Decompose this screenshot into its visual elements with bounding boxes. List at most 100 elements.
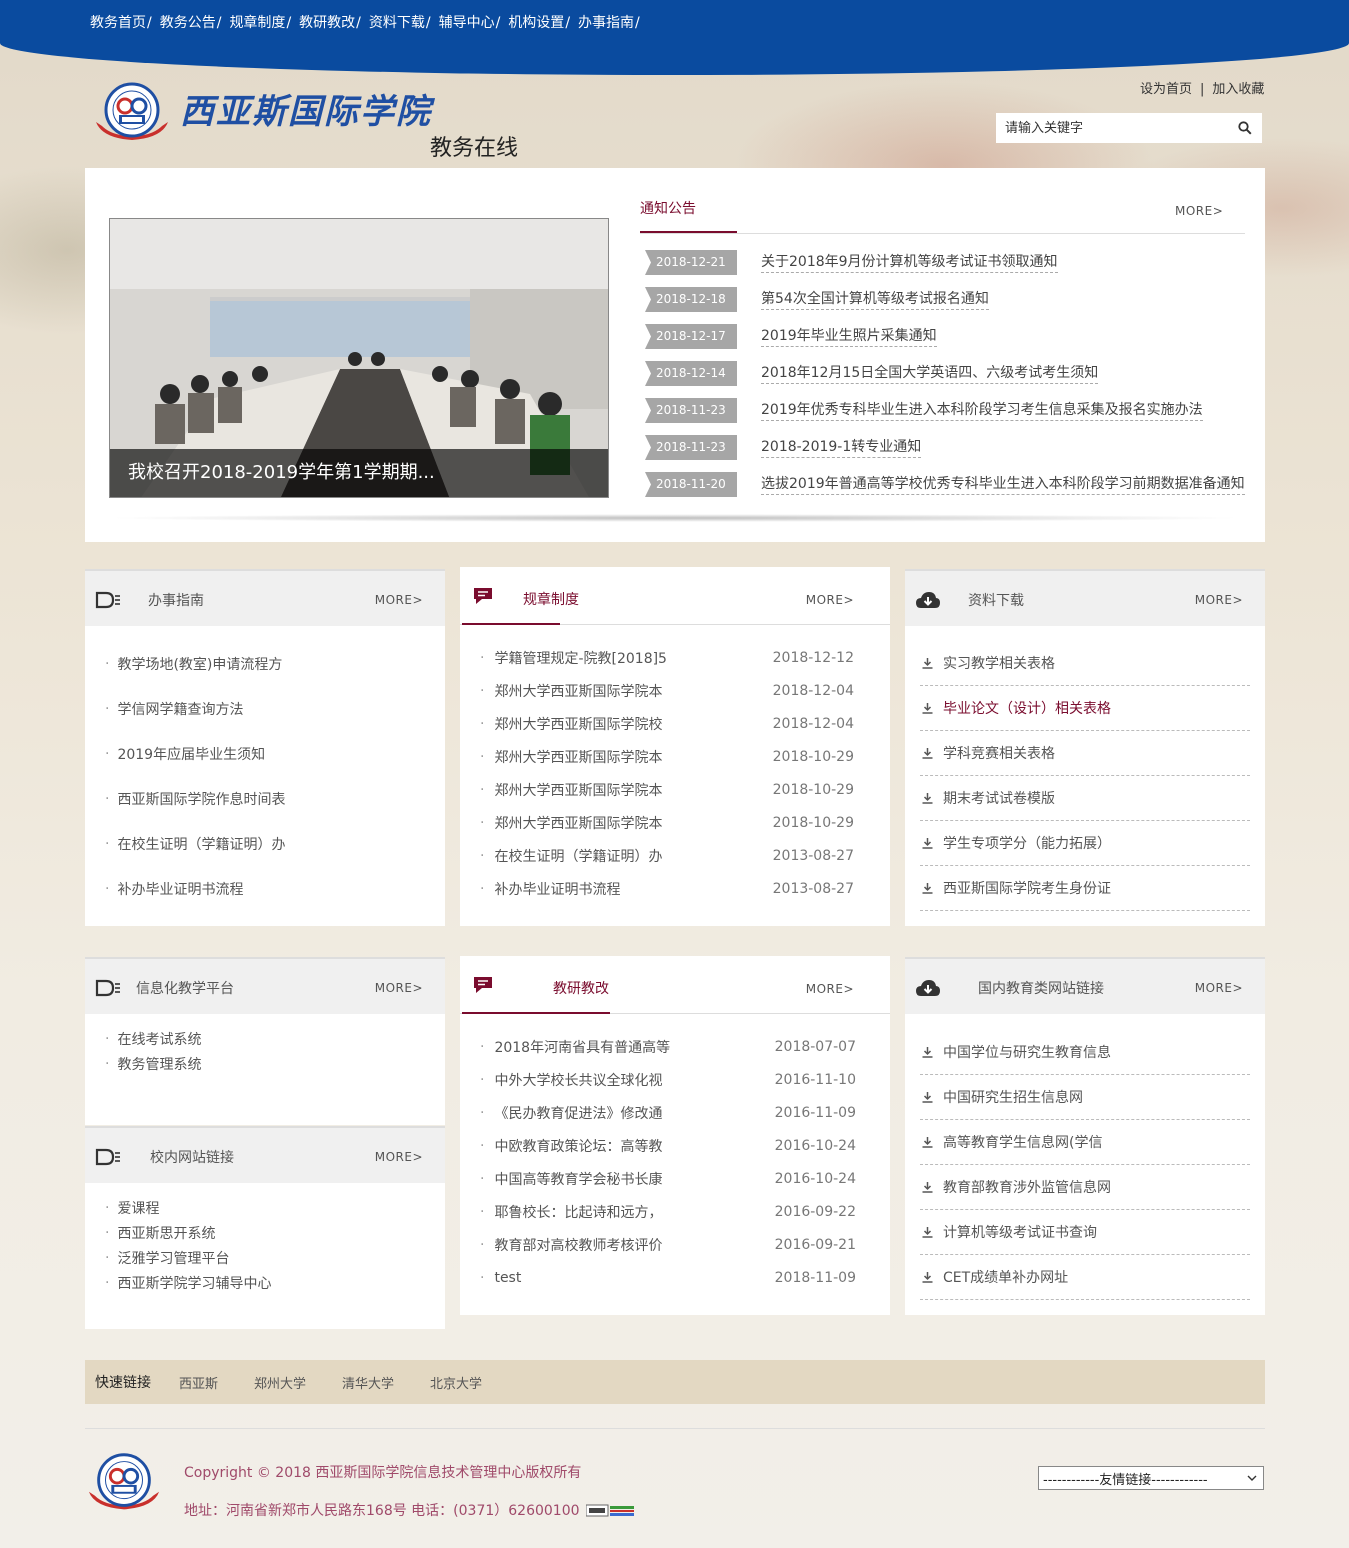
list-item[interactable]: 在校生证明（学籍证明）办 — [105, 821, 285, 866]
list-item[interactable]: 学信网学籍查询方法 — [105, 686, 285, 731]
research-more-link[interactable]: MORE> — [806, 982, 854, 996]
list-item[interactable]: 计算机等级考试证书查询 — [920, 1210, 1250, 1255]
table-row[interactable]: 郑州大学西亚斯国际学院本2018-12-04 — [480, 674, 854, 707]
list-item[interactable]: 补办毕业证明书流程 — [105, 866, 285, 911]
downloads-more-link[interactable]: MORE> — [1195, 593, 1243, 607]
quick-link[interactable]: 郑州大学 — [254, 1373, 306, 1392]
campus-more-link[interactable]: MORE> — [375, 1150, 423, 1164]
table-row[interactable]: 中外大学校长共议全球化视2016-11-10 — [480, 1063, 856, 1096]
notice-item[interactable]: 2018-12-18 第54次全国计算机等级考试报名通知 — [645, 281, 1250, 318]
site-subtitle: 教务在线 — [430, 136, 519, 161]
notice-text[interactable]: 2019年毕业生照片采集通知 — [761, 326, 937, 347]
table-row[interactable]: 郑州大学西亚斯国际学院本2018-10-29 — [480, 806, 854, 839]
platform-more-link[interactable]: MORE> — [375, 981, 423, 995]
quick-link[interactable]: 北京大学 — [430, 1373, 482, 1392]
list-item[interactable]: 学科竞赛相关表格 — [920, 731, 1250, 776]
list-item[interactable]: 实习教学相关表格 — [920, 641, 1250, 686]
table-row[interactable]: 中国高等教育学会秘书长康2016-10-24 — [480, 1162, 856, 1195]
search-button[interactable] — [1228, 113, 1262, 143]
list-item[interactable]: 西亚斯国际学院作息时间表 — [105, 776, 285, 821]
notice-more-link[interactable]: MORE> — [1175, 204, 1223, 218]
friend-links-select[interactable]: ------------友情链接------------ — [1038, 1466, 1264, 1490]
notice-text[interactable]: 2018年12月15日全国大学英语四、六级考试考生须知 — [761, 363, 1099, 384]
table-row[interactable]: 2018年河南省具有普通高等2018-07-07 — [480, 1030, 856, 1063]
panel-title[interactable]: 办事指南 — [148, 590, 204, 610]
notice-item[interactable]: 2018-11-20 选拔2019年普通高等学校优秀专科毕业生进入本科阶段学习前期… — [645, 466, 1250, 503]
cnzz-stats-icon[interactable] — [585, 1504, 634, 1517]
nav-guide[interactable]: 办事指南/ — [578, 12, 640, 32]
sias-logo-icon[interactable] — [92, 82, 172, 144]
nav-downloads[interactable]: 资料下载/ — [369, 12, 431, 32]
panel-title[interactable]: 教研教改 — [553, 978, 609, 998]
notice-item[interactable]: 2018-11-23 2018-2019-1转专业通知 — [645, 429, 1250, 466]
list-item[interactable]: 西亚斯思开系统 — [105, 1220, 271, 1245]
table-row[interactable]: 学籍管理规定-院教[2018]52018-12-12 — [480, 641, 854, 674]
table-row[interactable]: 《民办教育促进法》修改通2016-11-09 — [480, 1096, 856, 1129]
table-row[interactable]: test2018-11-09 — [480, 1261, 856, 1294]
table-row[interactable]: 在校生证明（学籍证明）办2013-08-27 — [480, 839, 854, 872]
rules-more-link[interactable]: MORE> — [806, 593, 854, 607]
list-item[interactable]: 学生专项学分（能力拓展） — [920, 821, 1250, 866]
list-item[interactable]: 西亚斯国际学院考生身份证 — [920, 866, 1250, 911]
notice-item[interactable]: 2018-12-21 关于2018年9月份计算机等级考试证书领取通知 — [645, 244, 1250, 281]
panel-title[interactable]: 信息化教学平台 — [136, 978, 234, 998]
quick-link[interactable]: 清华大学 — [342, 1373, 394, 1392]
slide-caption[interactable]: 我校召开2018-2019学年第1学期期... — [110, 449, 608, 497]
table-row[interactable]: 郑州大学西亚斯国际学院本2018-10-29 — [480, 773, 854, 806]
notice-item[interactable]: 2018-12-17 2019年毕业生照片采集通知 — [645, 318, 1250, 355]
edu-links-more-link[interactable]: MORE> — [1195, 981, 1243, 995]
list-item[interactable]: 教育部教育涉外监管信息网 — [920, 1165, 1250, 1210]
list-item[interactable]: 西亚斯学院学习辅导中心 — [105, 1270, 271, 1295]
notice-item[interactable]: 2018-11-23 2019年优秀专科毕业生进入本科阶段学习考生信息采集及报名实… — [645, 392, 1250, 429]
nav-rules[interactable]: 规章制度/ — [229, 12, 291, 32]
list-item[interactable]: 教学场地(教室)申请流程方 — [105, 641, 285, 686]
add-favorite-link[interactable]: 加入收藏 — [1212, 82, 1264, 97]
panel-title[interactable]: 国内教育类网站链接 — [978, 978, 1104, 998]
quick-link[interactable]: 西亚斯 — [179, 1373, 218, 1392]
notice-text[interactable]: 2019年优秀专科毕业生进入本科阶段学习考生信息采集及报名实施办法 — [761, 400, 1203, 421]
notice-text[interactable]: 关于2018年9月份计算机等级考试证书领取通知 — [761, 252, 1058, 273]
nav-research[interactable]: 教研教改/ — [299, 12, 361, 32]
list-item[interactable]: 期末考试试卷模版 — [920, 776, 1250, 821]
nav-organization[interactable]: 机构设置/ — [508, 12, 570, 32]
notice-text[interactable]: 2018-2019-1转专业通知 — [761, 437, 922, 458]
set-home-link[interactable]: 设为首页 — [1140, 82, 1192, 97]
tab-underline — [462, 623, 560, 625]
panel-title[interactable]: 校内网站链接 — [150, 1147, 234, 1167]
list-item[interactable]: 爱课程 — [105, 1195, 271, 1220]
table-row[interactable]: 中欧教育政策论坛：高等教2016-10-24 — [480, 1129, 856, 1162]
notice-date: 2018-11-23 — [645, 398, 737, 423]
header-links: 设为首页 | 加入收藏 — [1140, 82, 1265, 97]
list-item[interactable]: 中国研究生招生信息网 — [920, 1075, 1250, 1120]
list-item[interactable]: 毕业论文（设计）相关表格 — [920, 686, 1250, 731]
list-item[interactable]: 高等教育学生信息网(学信 — [920, 1120, 1250, 1165]
list-item[interactable]: 泛雅学习管理平台 — [105, 1245, 271, 1270]
list-item[interactable]: 2019年应届毕业生须知 — [105, 731, 285, 776]
search-input[interactable] — [996, 114, 1216, 142]
notice-text[interactable]: 第54次全国计算机等级考试报名通知 — [761, 289, 989, 310]
list-item[interactable]: CET成绩单补办网址 — [920, 1255, 1250, 1300]
nav-tutoring[interactable]: 辅导中心/ — [439, 12, 501, 32]
nav-home[interactable]: 教务首页/ — [90, 12, 152, 32]
guide-more-link[interactable]: MORE> — [375, 593, 423, 607]
nav-announcements[interactable]: 教务公告/ — [160, 12, 222, 32]
panel-title[interactable]: 资料下载 — [968, 590, 1024, 610]
table-row[interactable]: 郑州大学西亚斯国际学院校2018-12-04 — [480, 707, 854, 740]
site-name: 西亚斯国际学院 — [180, 92, 432, 132]
table-row[interactable]: 补办毕业证明书流程2013-08-27 — [480, 872, 854, 905]
list-item[interactable]: 在线考试系统 — [105, 1026, 201, 1051]
panel-title[interactable]: 规章制度 — [523, 589, 579, 609]
notice-title[interactable]: 通知公告 — [640, 198, 737, 233]
table-row[interactable]: 郑州大学西亚斯国际学院本2018-10-29 — [480, 740, 854, 773]
notice-item[interactable]: 2018-12-14 2018年12月15日全国大学英语四、六级考试考生须知 — [645, 355, 1250, 392]
card-shadow — [105, 514, 1245, 522]
download-icon — [922, 1046, 933, 1058]
notice-text[interactable]: 选拔2019年普通高等学校优秀专科毕业生进入本科阶段学习前期数据准备通知 — [761, 474, 1245, 495]
list-item[interactable]: 教务管理系统 — [105, 1051, 201, 1076]
download-icon — [922, 1091, 933, 1103]
table-row[interactable]: 耶鲁校长：比起诗和远方，2016-09-22 — [480, 1195, 856, 1228]
news-slideshow[interactable]: 我校召开2018-2019学年第1学期期... — [109, 218, 609, 498]
table-row[interactable]: 教育部对高校教师考核评价2016-09-21 — [480, 1228, 856, 1261]
address-line: 地址：河南省新郑市人民路东168号 电话：(0371）62600100 — [184, 1500, 634, 1520]
list-item[interactable]: 中国学位与研究生教育信息 — [920, 1030, 1250, 1075]
